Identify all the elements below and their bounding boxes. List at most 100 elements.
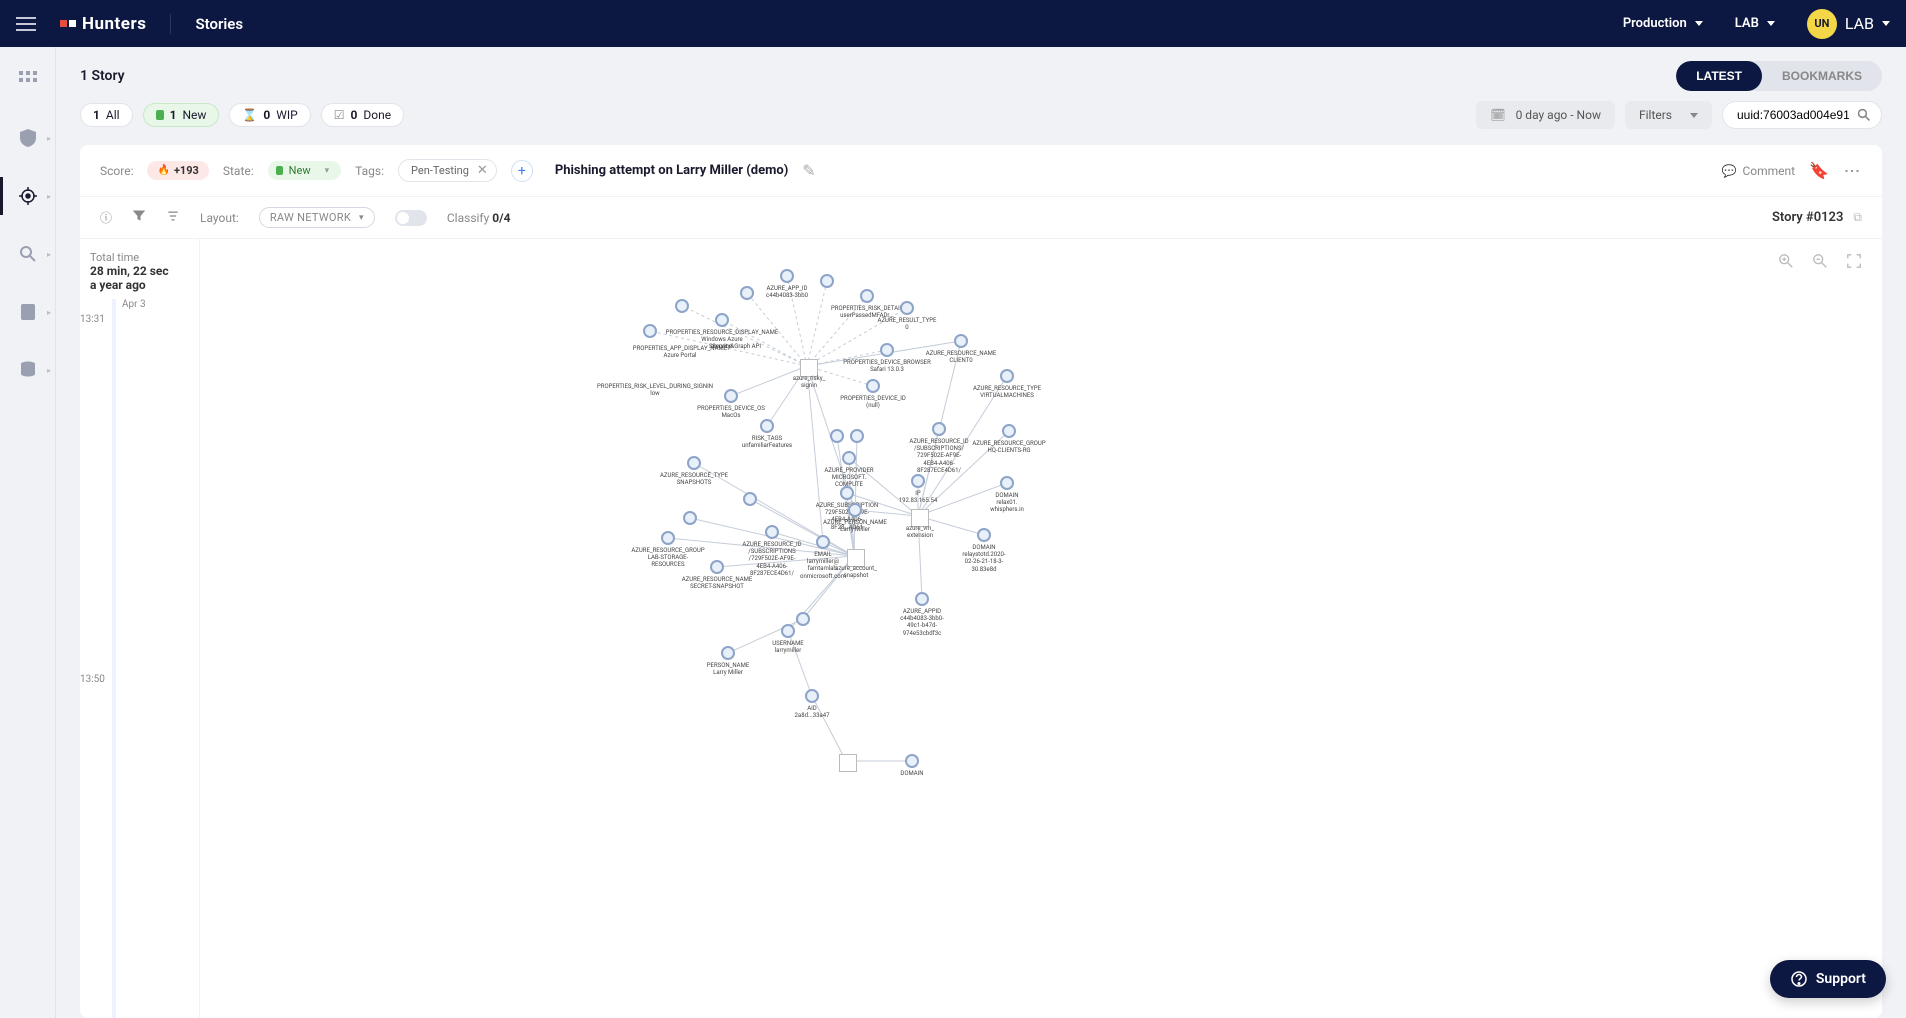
sidebar-item-search[interactable]: ▸ bbox=[0, 245, 55, 263]
graph-node[interactable]: PROPERTIES_DEVICE_OSMacOs bbox=[724, 389, 738, 403]
bookmark-icon[interactable]: 🔖 bbox=[1809, 161, 1829, 180]
node-label: DOMAINrelaystotd.2020-02-26-21-18-3-30.8… bbox=[962, 544, 1005, 573]
graph-node[interactable]: PROPERTIES_DEVICE_ID(null) bbox=[866, 379, 880, 393]
zoom-out-icon[interactable] bbox=[1812, 253, 1828, 273]
graph-node[interactable]: AZURE_RESOURCE_NAMECLIENT0 bbox=[954, 334, 968, 348]
graph-node[interactable]: azure_account_snapshot bbox=[847, 549, 865, 567]
remove-tag-icon[interactable]: ✕ bbox=[477, 163, 488, 178]
graph-node[interactable]: AZURE_APPIDc44b4083-3bb0-49c1-b47d-974e5… bbox=[915, 592, 929, 606]
filters-dropdown[interactable]: Filters bbox=[1625, 101, 1712, 129]
graph-node[interactable]: AZURE_RESOURCE_GROUPHQ-CLIENTS-RG bbox=[1002, 424, 1016, 438]
graph-node[interactable]: DOMAINrelaystotd.2020-02-26-21-18-3-30.8… bbox=[977, 528, 991, 542]
graph-node[interactable]: USERNAMElarrymiller bbox=[781, 624, 795, 638]
caret-down-icon: ▾ bbox=[325, 166, 330, 176]
graph-node[interactable]: AZURE_RESOURCE_ID/SUBSCRIPTIONS/729F502E… bbox=[765, 525, 779, 539]
graph-node[interactable]: AZURE_SUBSCRIPTION729F502E-AF9E-4EB4-A40… bbox=[840, 486, 854, 500]
chevron-right-icon: ▸ bbox=[47, 308, 51, 317]
search-input[interactable] bbox=[1737, 108, 1849, 122]
graph-node[interactable]: AZURE_PROVIDERMICROSOFT.COMPUTE bbox=[842, 451, 856, 465]
total-time-ago: a year ago bbox=[90, 278, 189, 292]
node-circle-icon bbox=[977, 528, 991, 542]
node-circle-icon bbox=[880, 343, 894, 357]
graph-node[interactable]: PROPERTIES_RISK_DETAILuserPassedMFADr... bbox=[860, 289, 874, 303]
node-label: AZURE_RESOURCE_TYPESNAPSHOTS bbox=[660, 472, 728, 486]
pill-all[interactable]: 1All bbox=[80, 103, 133, 127]
graph-node[interactable]: AZURE_RESOURCE_GROUPLAB-STORAGE-RESOURCE… bbox=[661, 531, 675, 545]
graph-node[interactable] bbox=[830, 429, 844, 443]
graph-node[interactable]: azure_vm_extension bbox=[911, 509, 929, 527]
graph-node[interactable] bbox=[740, 286, 754, 300]
node-circle-icon bbox=[1000, 369, 1014, 383]
user-menu[interactable]: UN LAB bbox=[1807, 9, 1890, 39]
node-label: Security&Graph API bbox=[709, 343, 761, 350]
node-label: PROPERTIES_DEVICE_OSMacOs bbox=[697, 405, 765, 419]
score-pill[interactable]: 🔥+193 bbox=[147, 161, 208, 180]
graph-node[interactable]: AZURE_RESOURCE_TYPESNAPSHOTS bbox=[687, 456, 701, 470]
user-label: LAB bbox=[1845, 14, 1874, 33]
tab-latest[interactable]: LATEST bbox=[1676, 61, 1762, 91]
graph-node[interactable] bbox=[683, 511, 697, 525]
menu-icon[interactable] bbox=[16, 17, 36, 31]
filter-icon[interactable] bbox=[132, 209, 146, 226]
support-button[interactable]: Support bbox=[1770, 960, 1886, 998]
env-dropdown[interactable]: Production bbox=[1623, 16, 1703, 31]
graph-node[interactable]: RISK_TAGSunfamiliarFeatures bbox=[760, 419, 774, 433]
comment-button[interactable]: 💬Comment bbox=[1722, 164, 1796, 178]
sort-icon[interactable] bbox=[166, 209, 180, 226]
sidebar-item-shield[interactable]: ▸ bbox=[0, 129, 55, 147]
brand-logo[interactable]: Hunters bbox=[60, 14, 146, 34]
sidebar-item-target[interactable]: ▸ bbox=[0, 187, 55, 205]
graph-node[interactable]: DOMAINrelax01.whisphers.in bbox=[1000, 476, 1014, 490]
info-icon[interactable]: ⓘ bbox=[100, 209, 112, 226]
graph-node[interactable]: EMAILlarrymiller@famtamlab.onmicrosoft.c… bbox=[816, 535, 830, 549]
more-icon[interactable]: ⋮ bbox=[1843, 163, 1862, 179]
graph-node[interactable]: DOMAIN bbox=[905, 754, 919, 768]
book-icon bbox=[19, 303, 37, 321]
pill-new[interactable]: 1New bbox=[143, 103, 220, 127]
node-circle-icon bbox=[661, 531, 675, 545]
sidebar-item-book[interactable]: ▸ bbox=[0, 303, 55, 321]
graph-node[interactable]: AZURE_PERSON_NAMELarry Miller bbox=[848, 503, 862, 517]
add-tag-button[interactable]: + bbox=[511, 160, 533, 182]
graph-node[interactable]: AZURE_APP_IDc44b4083-3bb0 bbox=[780, 269, 794, 283]
date-range-picker[interactable]: 🗓 0 day ago - Now bbox=[1476, 101, 1615, 129]
graph-node[interactable]: PROPERTIES_RESOURCE_DISPLAY_NAMEWindows … bbox=[715, 313, 729, 327]
search-box[interactable] bbox=[1722, 101, 1882, 129]
graph-node[interactable] bbox=[796, 612, 810, 626]
layout-dropdown[interactable]: RAW NETWORK▾ bbox=[259, 207, 375, 228]
fullscreen-icon[interactable] bbox=[1846, 253, 1862, 273]
graph-node[interactable] bbox=[743, 492, 757, 506]
zoom-in-icon[interactable] bbox=[1778, 253, 1794, 273]
layout-label: Layout: bbox=[200, 211, 239, 225]
edit-icon[interactable]: ✎ bbox=[802, 161, 815, 180]
classify-toggle[interactable] bbox=[395, 210, 427, 226]
node-circle-icon bbox=[643, 324, 657, 338]
pill-done[interactable]: ☑0Done bbox=[321, 103, 404, 127]
state-dropdown[interactable]: New▾ bbox=[268, 161, 341, 180]
graph-node[interactable]: IP192.83.165.54 bbox=[911, 474, 925, 488]
graph-node[interactable]: AZURE_RESOURCE_NAMESECRET-SNAPSHOT bbox=[710, 560, 724, 574]
tenant-dropdown[interactable]: LAB bbox=[1735, 16, 1775, 31]
sidebar-item-apps[interactable] bbox=[0, 71, 55, 89]
right-filters: 🗓 0 day ago - Now Filters bbox=[1476, 101, 1882, 129]
avatar: UN bbox=[1807, 9, 1837, 39]
pill-wip[interactable]: ⌛0WIP bbox=[229, 103, 310, 127]
graph-node[interactable]: AZURE_RESOURCE_ID/SUBSCRIPTIONS/729F502E… bbox=[932, 422, 946, 436]
graph-node[interactable] bbox=[675, 299, 689, 313]
graph-node[interactable]: AZURE_RESULT_TYPE0 bbox=[900, 301, 914, 315]
graph-node[interactable]: azure_risky_signin bbox=[800, 359, 818, 377]
graph-node[interactable] bbox=[820, 274, 834, 288]
tab-bookmarks[interactable]: BOOKMARKS bbox=[1762, 61, 1882, 91]
graph-canvas[interactable]: AZURE_APP_IDc44b4083-3bb0 PROPERTIES_RISK… bbox=[200, 239, 1882, 1018]
node-circle-icon bbox=[781, 624, 795, 638]
graph-node[interactable]: PROPERTIES_DEVICE_BROWSERSafari 13.0.3 bbox=[880, 343, 894, 357]
graph-node[interactable]: AID2a8d...33a47 bbox=[805, 689, 819, 703]
graph-node[interactable] bbox=[643, 324, 657, 338]
graph-node[interactable]: PERSON_NAMELarry Miller bbox=[721, 646, 735, 660]
sidebar-item-database[interactable]: ▸ bbox=[0, 361, 55, 379]
copy-icon[interactable]: ⧉ bbox=[1853, 210, 1862, 225]
graph-node[interactable] bbox=[839, 754, 857, 772]
graph-node[interactable] bbox=[850, 429, 864, 443]
graph-node[interactable]: AZURE_RESOURCE_TYPEVIRTUALMACHINES bbox=[1000, 369, 1014, 383]
state-label: State: bbox=[223, 164, 254, 178]
